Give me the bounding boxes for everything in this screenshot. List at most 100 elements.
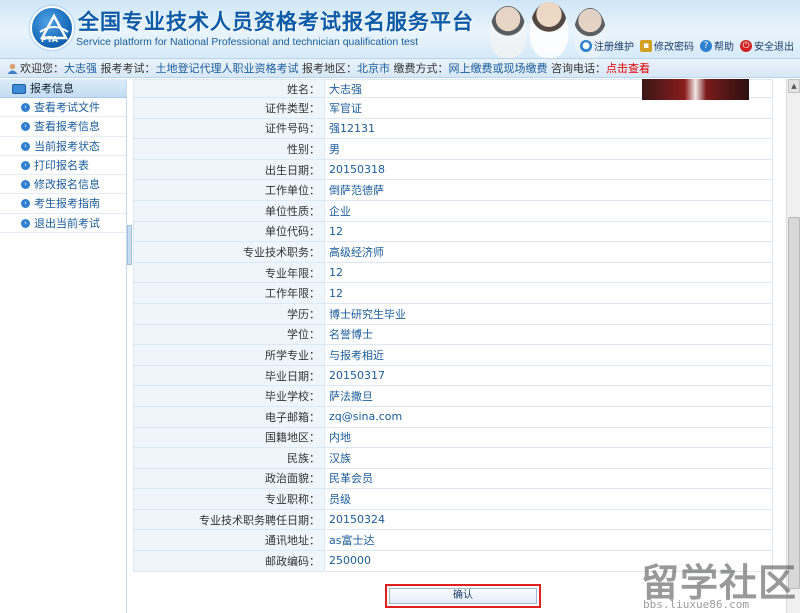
field-value: 强12131 — [324, 117, 773, 140]
table-row: 毕业日期： 20150317 — [133, 364, 773, 387]
user-info-bar: 欢迎您：大志强 报考考试：土地登记代理人职业资格考试 报考地区：北京市 缴费方式… — [0, 58, 800, 78]
exam-label: 报考考试： — [100, 62, 156, 75]
field-label: 通讯地址： — [133, 529, 325, 552]
field-value: 博士研究生毕业 — [324, 302, 773, 325]
arrow-circle-icon: › — [21, 180, 30, 190]
sidebar-item-print-form[interactable]: › 打印报名表 — [0, 156, 126, 176]
table-row: 邮政编码： 250000 — [133, 550, 773, 572]
sidebar-item-guide[interactable]: › 考生报考指南 — [0, 194, 126, 214]
field-label: 学位： — [133, 323, 325, 346]
field-value: as富士达 — [324, 529, 773, 552]
field-label: 专业年限： — [133, 261, 325, 284]
table-row: 专业技术职务聘任日期： 20150324 — [133, 508, 773, 531]
help-icon: ? — [700, 39, 712, 52]
sidebar-heading: 报考信息 — [0, 79, 126, 98]
arrow-circle-icon: › — [21, 141, 30, 151]
field-label: 性别： — [133, 138, 325, 160]
region-label: 报考地区： — [302, 62, 357, 75]
exam-value: 土地登记代理人职业资格考试 — [155, 62, 299, 75]
help-link[interactable]: ? 帮助 — [700, 38, 734, 53]
field-value: 民革会员 — [324, 467, 773, 490]
field-value: 汉族 — [324, 447, 773, 469]
field-label: 所学专业： — [133, 344, 325, 366]
register-maintain-link[interactable]: ● 注册维护 — [580, 38, 634, 53]
table-row: 学历： 博士研究生毕业 — [133, 302, 773, 325]
table-row: 性别：男 — [133, 138, 773, 160]
field-value: 男 — [324, 138, 773, 160]
field-value: 20150317 — [324, 364, 773, 387]
folder-icon — [12, 84, 26, 94]
table-row: 证件类型： 军官证 — [133, 97, 773, 119]
scroll-thumb[interactable] — [788, 217, 800, 589]
field-value: 20150318 — [324, 158, 773, 181]
field-value: 与报考相近 — [324, 344, 773, 366]
field-label: 专业技术职务聘任日期： — [133, 508, 325, 531]
field-label: 单位性质： — [133, 199, 325, 222]
field-label: 单位代码： — [133, 220, 325, 243]
table-row: 工作单位： 倒萨范德萨 — [133, 179, 773, 201]
field-value: 军官证 — [324, 97, 773, 119]
site-subtitle: Service platform for National Profession… — [76, 36, 419, 48]
table-row: 专业年限： 12 — [133, 261, 773, 284]
table-row: 通讯地址： as富士达 — [133, 529, 773, 552]
table-row: 毕业学校： 萨法撒旦 — [133, 385, 773, 407]
registration-info-table: 姓名： 大志强 证件类型： 军官证 证件号码： 强12131 性别：男出生日期： 201503… — [133, 79, 773, 572]
confirm-button[interactable]: 确认 — [389, 588, 537, 604]
registration-details-panel: 姓名： 大志强 证件类型： 军官证 证件号码： 强12131 性别：男出生日期： 201503… — [133, 79, 785, 613]
table-row: 学位： 名誉博士 — [133, 323, 773, 346]
field-label: 工作年限： — [133, 282, 325, 304]
pay-label: 缴费方式： — [393, 62, 449, 75]
user-icon — [7, 63, 18, 74]
applicant-photo — [642, 79, 749, 100]
site-title: 全国专业技术人员资格考试报名服务平台 — [78, 10, 474, 34]
table-row: 所学专业： 与报考相近 — [133, 344, 773, 366]
table-row: 国籍地区： 内地 — [133, 426, 773, 449]
table-row: 单位代码： 12 — [133, 220, 773, 243]
sidebar-item-view-registration-info[interactable]: › 查看报考信息 — [0, 117, 126, 137]
table-row: 单位性质： 企业 — [133, 199, 773, 222]
sidebar-item-edit-info[interactable]: › 修改报名信息 — [0, 175, 126, 195]
table-row: 证件号码： 强12131 — [133, 117, 773, 140]
field-value: 萨法撒旦 — [324, 385, 773, 407]
field-value: 20150324 — [324, 508, 773, 531]
change-password-link[interactable]: ▪ 修改密码 — [640, 38, 694, 53]
table-row: 工作年限： 12 — [133, 282, 773, 304]
field-label: 毕业日期： — [133, 364, 325, 387]
sidebar-item-exit-exam[interactable]: › 退出当前考试 — [0, 214, 126, 234]
vertical-scrollbar[interactable]: ▲ — [786, 79, 800, 613]
field-label: 工作单位： — [133, 179, 325, 201]
field-value: 12 — [324, 261, 773, 284]
table-row: 电子邮箱： zq@sina.com — [133, 405, 773, 428]
header-banner: PTA 全国专业技术人员资格考试报名服务平台 Service platform … — [0, 0, 800, 58]
field-label: 专业技术职务： — [133, 241, 325, 263]
phone-label: 咨询电话： — [551, 62, 606, 75]
sidebar-item-view-exam-files[interactable]: › 查看考试文件 — [0, 98, 126, 118]
sidebar: 报考信息 › 查看考试文件 › 查看报考信息 › 当前报考状态 › 打印报名表 › 修改报… — [0, 79, 127, 613]
field-label: 证件类型： — [133, 97, 325, 119]
field-label: 电子邮箱： — [133, 405, 325, 428]
globe-icon: ● — [580, 39, 592, 52]
field-value: 企业 — [324, 199, 773, 222]
table-row: 民族： 汉族 — [133, 447, 773, 469]
sidebar-item-current-status[interactable]: › 当前报考状态 — [0, 137, 126, 156]
lock-icon: ▪ — [640, 39, 652, 52]
table-row: 专业技术职务： 高级经济师 — [133, 241, 773, 263]
phone-view-link[interactable]: 点击查看 — [606, 62, 650, 75]
field-label: 学历： — [133, 302, 325, 325]
logout-link[interactable]: ⏻ 安全退出 — [740, 38, 794, 53]
header-links: ● 注册维护 ▪ 修改密码 ? 帮助 ⏻ 安全退出 — [580, 38, 794, 53]
table-row: 专业职称： 员级 — [133, 488, 773, 510]
arrow-circle-icon: › — [21, 160, 30, 170]
field-label: 毕业学校： — [133, 385, 325, 407]
field-value: zq@sina.com — [324, 405, 773, 428]
sidebar-collapse-handle[interactable] — [127, 225, 132, 265]
field-label: 姓名： — [133, 79, 325, 98]
field-value: 内地 — [324, 426, 773, 449]
field-label: 政治面貌： — [133, 467, 325, 490]
table-row: 政治面貌： 民革会员 — [133, 467, 773, 490]
field-label: 证件号码： — [133, 117, 325, 140]
logo-text: PTA — [41, 35, 58, 44]
pta-logo: PTA — [30, 6, 74, 50]
scroll-up-arrow-icon[interactable]: ▲ — [788, 79, 800, 93]
welcome-name: 大志强 — [64, 62, 97, 75]
